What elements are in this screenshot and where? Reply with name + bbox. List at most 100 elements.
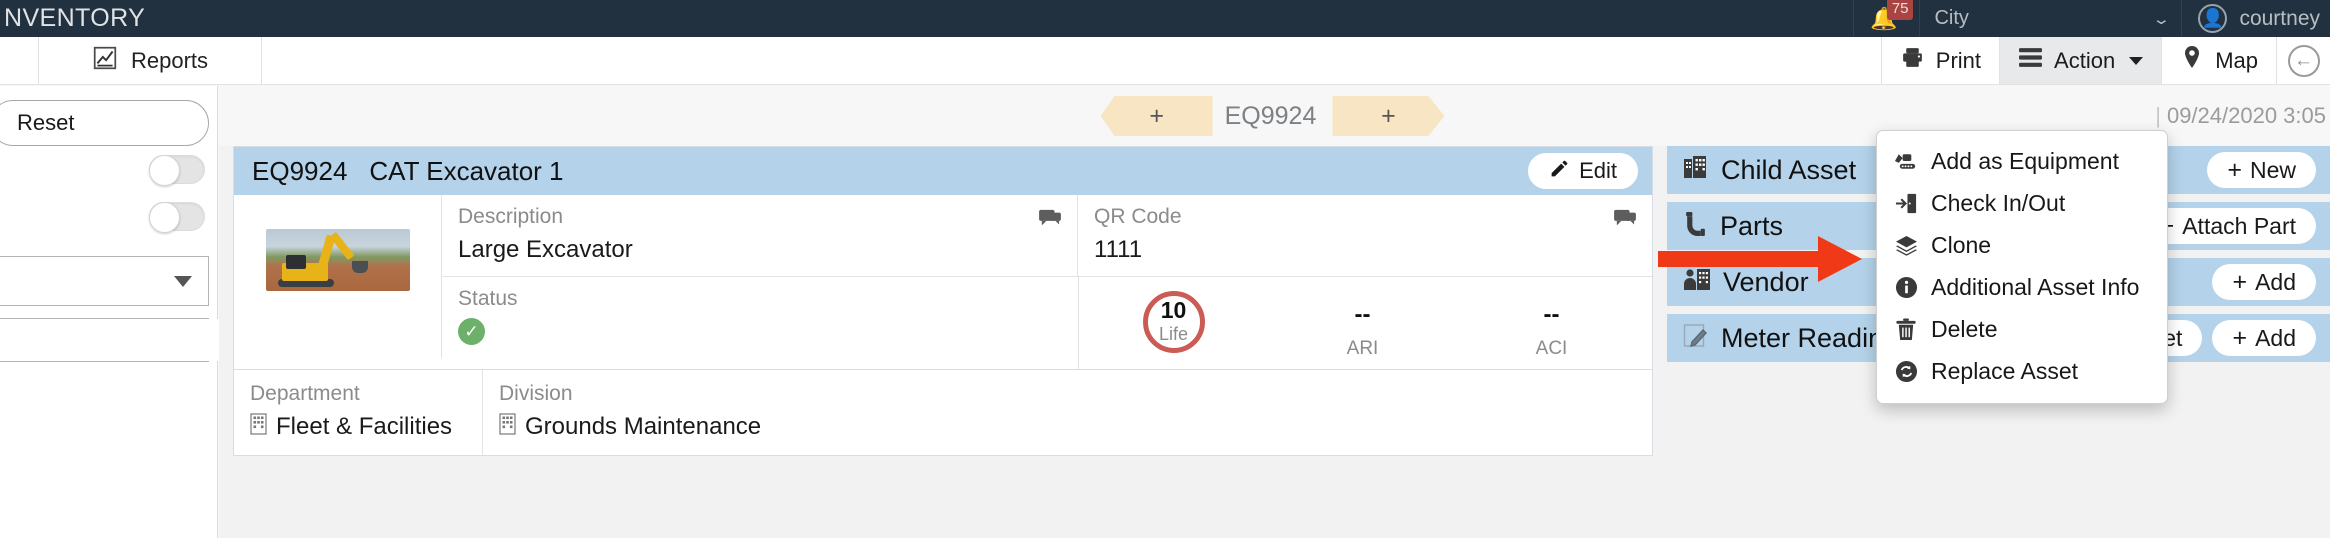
app-root: NVENTORY 🔔 75 City ⌄ 👤 courtney Reports (0, 0, 2330, 538)
toggle-knob (149, 155, 180, 186)
annotation-arrow (1658, 232, 1884, 291)
caret-down-icon (174, 275, 192, 287)
sidebar-reset-label: Reset (17, 110, 75, 135)
menu-item-additional-asset-info[interactable]: Additional Asset Info (1877, 266, 2167, 308)
toggle-knob (149, 202, 180, 233)
printer-icon (1900, 45, 1925, 76)
back-button[interactable]: ← (2276, 37, 2330, 84)
asset-thumbnail-cell (234, 195, 442, 358)
menu-item-check-in-out-label: Check In/Out (1931, 189, 2066, 216)
top-navigation-bar: NVENTORY 🔔 75 City ⌄ 👤 courtney (0, 0, 2330, 37)
section-child-asset-buttons: + New (2207, 152, 2316, 188)
field-qr-code-label: QR Code (1094, 205, 1182, 228)
caret-down-icon (2129, 56, 2144, 65)
field-division-label: Division (499, 382, 573, 405)
new-child-asset-button[interactable]: + New (2207, 152, 2316, 188)
left-filter-sidebar: Reset 🔍 (0, 86, 295, 538)
section-meter-reading-title: Meter Reading (1721, 322, 1899, 353)
field-description-value: Large Excavator (458, 236, 633, 263)
asset-name: CAT Excavator 1 (369, 155, 564, 186)
attach-part-label: Attach Part (2182, 212, 2296, 239)
user-avatar-icon: 👤 (2198, 4, 2228, 33)
topbar-right-group: 🔔 75 City ⌄ 👤 courtney (1853, 0, 2330, 37)
field-description: Description Large Excavator (442, 195, 1077, 277)
action-dropdown-button[interactable]: Action (1999, 37, 2162, 84)
asset-fields-column: Description Large Excavator QR Code 1111 (442, 195, 1652, 369)
check-circle-icon: ✓ (458, 318, 485, 345)
asset-field-row-2: Status ✓ 10 Life -- ARI -- ACI (442, 277, 1652, 369)
sidebar-filter-select[interactable] (0, 256, 209, 306)
hamburger-menu-icon (2018, 47, 2043, 74)
menu-item-check-in-out[interactable]: Check In/Out (1877, 182, 2167, 224)
building-multi-icon (1683, 155, 1709, 186)
print-button[interactable]: Print (1880, 37, 2000, 84)
add-meter-reading-label: Add (2255, 324, 2296, 351)
add-meter-reading-button[interactable]: + Add (2212, 320, 2316, 356)
asset-detail-card: EQ9924 CAT Excavator 1 Edit Description … (233, 146, 1653, 456)
excavator-photo[interactable] (265, 229, 410, 291)
pencil-icon (1549, 158, 1570, 185)
menu-item-additional-asset-info-label: Additional Asset Info (1931, 273, 2140, 300)
notification-count-badge: 75 (1886, 0, 1914, 20)
map-button[interactable]: Map (2161, 37, 2276, 84)
asset-metrics-group: 10 Life -- ARI -- ACI (1078, 277, 1646, 369)
metric-ari: -- ARI (1268, 277, 1457, 369)
metric-ari-caption: ARI (1346, 338, 1379, 360)
field-description-label: Description (458, 205, 564, 228)
comment-icon[interactable] (1039, 209, 1061, 235)
breadcrumb-add-right-button[interactable]: + (1332, 96, 1444, 136)
info-circle-icon (1893, 276, 1919, 299)
breadcrumb-divider: | (2155, 103, 2161, 128)
asset-department-row: Department Fleet & Facilities Division G… (234, 369, 1652, 455)
excavator-icon (1893, 150, 1919, 172)
chart-report-icon (92, 45, 118, 76)
tab-reports[interactable]: Reports (38, 37, 262, 84)
filter-toggle-2[interactable] (149, 202, 205, 233)
metric-aci-caption: ACI (1535, 338, 1568, 360)
chevron-down-icon: ⌄ (2151, 10, 2171, 28)
plus-icon: + (2232, 323, 2248, 352)
menu-item-clone[interactable]: Clone (1877, 224, 2167, 266)
asset-action-toolbar: Print Action Map ← (1880, 37, 2330, 84)
section-vendor-buttons: + Add (2212, 264, 2316, 300)
refresh-circle-icon (1893, 360, 1919, 383)
breadcrumb-timestamp: | 09/24/2020 3:05 (2155, 103, 2330, 129)
menu-item-replace-asset[interactable]: Replace Asset (1877, 350, 2167, 392)
asset-card-body: Description Large Excavator QR Code 1111 (234, 195, 1652, 369)
asset-code: EQ9924 (252, 155, 348, 186)
comment-icon[interactable] (1614, 209, 1636, 235)
field-department-label: Department (250, 382, 360, 405)
print-button-label: Print (1935, 47, 1982, 73)
section-meter-reading-title-group: Meter Reading (1683, 323, 1898, 354)
breadcrumb-asset-code: EQ9924 (1224, 101, 1317, 130)
city-selector-label: City (1934, 7, 1969, 29)
notifications-button[interactable]: 🔔 75 (1853, 0, 1919, 37)
menu-item-delete[interactable]: Delete (1877, 308, 2167, 350)
menu-item-clone-label: Clone (1931, 231, 1992, 258)
asset-field-row-1: Description Large Excavator QR Code 1111 (442, 195, 1652, 277)
field-division-value: Grounds Maintenance (525, 413, 762, 440)
menu-item-add-as-equipment-label: Add as Equipment (1931, 147, 2119, 174)
field-qr-code-value: 1111 (1094, 236, 1143, 263)
asset-card-header: EQ9924 CAT Excavator 1 Edit (234, 147, 1652, 195)
menu-item-delete-label: Delete (1931, 315, 1998, 342)
new-child-asset-label: New (2249, 156, 2296, 183)
user-menu[interactable]: 👤 courtney (2181, 0, 2330, 37)
map-marker-icon (2180, 45, 2204, 76)
add-vendor-button[interactable]: + Add (2212, 264, 2316, 300)
building-icon (250, 413, 267, 441)
field-division: Division Grounds Maintenance (482, 370, 1652, 455)
menu-item-add-as-equipment[interactable]: Add as Equipment (1877, 140, 2167, 182)
filter-toggle-1[interactable] (149, 155, 205, 186)
layers-icon (1893, 235, 1919, 256)
back-arrow-circle-icon: ← (2287, 44, 2320, 77)
breadcrumb-center-group: + EQ9924 + (1100, 96, 1449, 136)
city-selector[interactable]: City ⌄ (1919, 0, 2181, 37)
metric-aci-group: -- ACI (1536, 291, 1568, 360)
edit-asset-label: Edit (1579, 158, 1617, 183)
field-status-label: Status (458, 287, 518, 310)
field-department-value: Fleet & Facilities (276, 413, 453, 440)
sidebar-reset-button[interactable]: Reset (0, 100, 209, 146)
edit-asset-button[interactable]: Edit (1528, 153, 1638, 189)
breadcrumb-add-left-button[interactable]: + (1100, 96, 1213, 136)
